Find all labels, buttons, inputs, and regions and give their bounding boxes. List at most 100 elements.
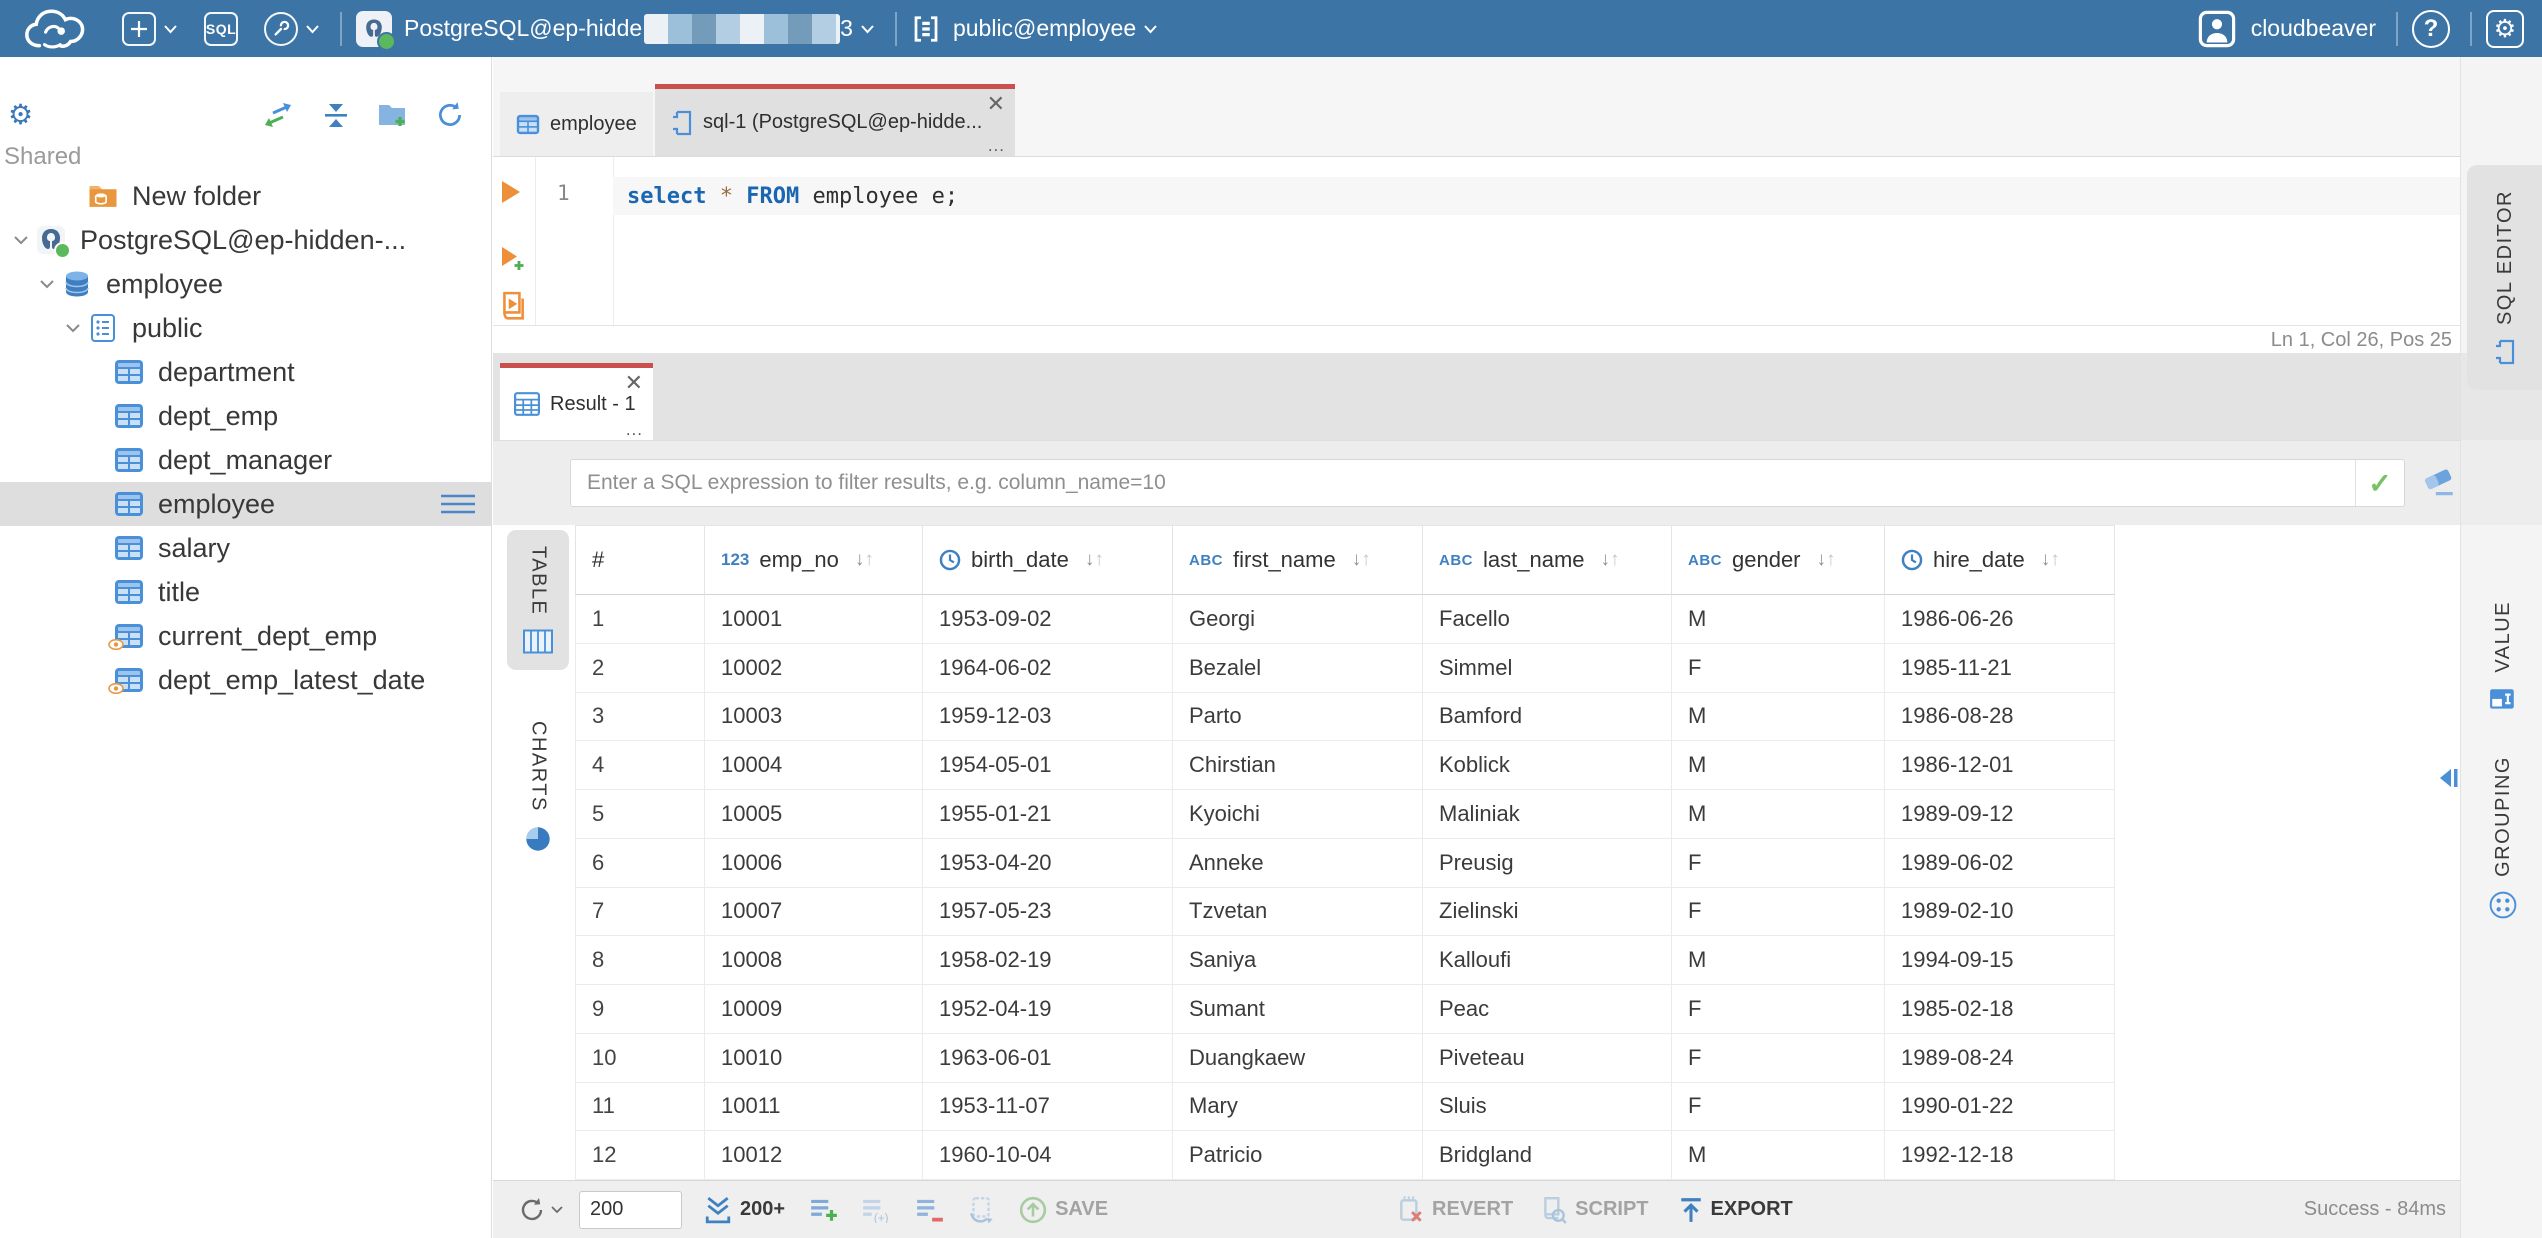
row-number-cell[interactable]: 10 bbox=[575, 1033, 705, 1083]
data-cell[interactable]: F bbox=[1672, 887, 1885, 937]
data-cell[interactable]: F bbox=[1672, 643, 1885, 693]
user-menu[interactable]: cloudbeaver bbox=[2197, 9, 2376, 49]
chevron-down-icon[interactable] bbox=[163, 24, 178, 34]
data-cell[interactable]: 1960-10-04 bbox=[923, 1131, 1173, 1180]
column-header-gender[interactable]: ABC gender ↓↑ bbox=[1672, 525, 1885, 595]
link-with-editor-icon[interactable] bbox=[261, 101, 295, 129]
data-cell[interactable]: Georgi bbox=[1173, 595, 1423, 644]
data-cell[interactable]: 10010 bbox=[705, 1033, 923, 1083]
fetch-more-button[interactable]: 200+ bbox=[704, 1196, 785, 1224]
data-cell[interactable]: 1986-12-01 bbox=[1885, 741, 2115, 790]
apply-filter-button[interactable]: ✓ bbox=[2355, 460, 2404, 506]
data-cell[interactable]: 10006 bbox=[705, 838, 923, 888]
row-menu-icon[interactable] bbox=[439, 493, 477, 515]
chevron-down-icon[interactable] bbox=[34, 279, 60, 289]
data-cell[interactable]: Patricio bbox=[1173, 1131, 1423, 1180]
revert-button[interactable]: REVERT bbox=[1398, 1196, 1513, 1224]
chevron-down-icon[interactable] bbox=[8, 235, 34, 245]
tab-employee[interactable]: employee bbox=[500, 92, 653, 156]
tab-menu-icon[interactable]: ... bbox=[626, 421, 643, 438]
execute-query-button[interactable] bbox=[500, 179, 522, 205]
data-cell[interactable]: 10009 bbox=[705, 985, 923, 1034]
data-cell[interactable]: 10008 bbox=[705, 936, 923, 985]
data-cell[interactable]: Bamford bbox=[1423, 692, 1672, 742]
tree-item-title[interactable]: title bbox=[0, 570, 491, 614]
data-cell[interactable]: Bezalel bbox=[1173, 643, 1423, 693]
open-panel-icon[interactable] bbox=[2435, 765, 2461, 791]
data-cell[interactable]: F bbox=[1672, 1082, 1885, 1132]
data-cell[interactable]: 1990-01-22 bbox=[1885, 1082, 2115, 1132]
help-button[interactable]: ? bbox=[2412, 9, 2450, 48]
tab-result-1[interactable]: Result - 1 ✕ ... bbox=[500, 363, 653, 440]
column-header-first_name[interactable]: ABC first_name ↓↑ bbox=[1173, 525, 1423, 595]
tree-item-salary[interactable]: salary bbox=[0, 526, 491, 570]
data-cell[interactable]: Preusig bbox=[1423, 838, 1672, 888]
schema-selector[interactable]: public@employee bbox=[911, 14, 1158, 44]
data-cell[interactable]: 1989-06-02 bbox=[1885, 838, 2115, 888]
refresh-document-button[interactable] bbox=[967, 1196, 995, 1224]
column-header-emp_no[interactable]: 123 emp_no ↓↑ bbox=[705, 525, 923, 595]
data-cell[interactable]: M bbox=[1672, 692, 1885, 742]
data-cell[interactable]: M bbox=[1672, 936, 1885, 985]
data-cell[interactable]: M bbox=[1672, 1131, 1885, 1180]
data-cell[interactable]: 10005 bbox=[705, 790, 923, 839]
chevron-down-icon[interactable] bbox=[860, 24, 875, 34]
data-cell[interactable]: Bridgland bbox=[1423, 1131, 1672, 1180]
execute-new-tab-button[interactable] bbox=[500, 245, 526, 273]
data-cell[interactable]: Peac bbox=[1423, 985, 1672, 1034]
data-cell[interactable]: 10004 bbox=[705, 741, 923, 790]
close-icon[interactable]: ✕ bbox=[625, 372, 643, 394]
data-cell[interactable]: F bbox=[1672, 985, 1885, 1034]
tree-item-dept-manager[interactable]: dept_manager bbox=[0, 438, 491, 482]
row-number-cell[interactable]: 3 bbox=[575, 692, 705, 742]
data-cell[interactable]: Koblick bbox=[1423, 741, 1672, 790]
tab-menu-icon[interactable]: ... bbox=[988, 137, 1005, 154]
tab-charts[interactable]: CHARTS bbox=[507, 705, 569, 868]
delete-row-button[interactable] bbox=[915, 1197, 945, 1223]
new-sql-editor-button[interactable]: SQL bbox=[204, 11, 238, 46]
data-cell[interactable]: Kalloufi bbox=[1423, 936, 1672, 985]
eraser-icon[interactable] bbox=[2421, 467, 2457, 497]
data-cell[interactable]: 1989-08-24 bbox=[1885, 1033, 2115, 1083]
row-number-cell[interactable]: 1 bbox=[575, 595, 705, 644]
new-folder-icon[interactable] bbox=[377, 101, 409, 129]
tab-value[interactable]: VALUE bbox=[2467, 583, 2539, 731]
data-cell[interactable]: Sluis bbox=[1423, 1082, 1672, 1132]
data-cell[interactable]: 10001 bbox=[705, 595, 923, 644]
sort-icon[interactable]: ↓↑ bbox=[855, 549, 874, 571]
data-cell[interactable]: 1952-04-19 bbox=[923, 985, 1173, 1034]
data-cell[interactable]: 1963-06-01 bbox=[923, 1033, 1173, 1083]
data-cell[interactable]: 1985-11-21 bbox=[1885, 643, 2115, 693]
data-cell[interactable]: 1957-05-23 bbox=[923, 887, 1173, 937]
sort-icon[interactable]: ↓↑ bbox=[1817, 549, 1836, 571]
data-cell[interactable]: Anneke bbox=[1173, 838, 1423, 888]
row-number-cell[interactable]: 12 bbox=[575, 1131, 705, 1180]
sort-icon[interactable]: ↓↑ bbox=[1352, 549, 1371, 571]
data-cell[interactable]: M bbox=[1672, 595, 1885, 644]
data-cell[interactable]: 1964-06-02 bbox=[923, 643, 1173, 693]
data-cell[interactable]: Maliniak bbox=[1423, 790, 1672, 839]
data-cell[interactable]: Piveteau bbox=[1423, 1033, 1672, 1083]
data-cell[interactable]: 1955-01-21 bbox=[923, 790, 1173, 839]
tree-item-public[interactable]: public bbox=[0, 306, 491, 350]
data-cell[interactable]: 1986-08-28 bbox=[1885, 692, 2115, 742]
row-limit-input[interactable] bbox=[579, 1190, 682, 1229]
data-cell[interactable]: 1953-09-02 bbox=[923, 595, 1173, 644]
tree-item-postgresql-ep-hidden[interactable]: PostgreSQL@ep-hidden-... bbox=[0, 218, 491, 262]
row-number-cell[interactable]: 6 bbox=[575, 838, 705, 888]
tree-item-employee[interactable]: employee bbox=[0, 262, 491, 306]
save-button[interactable]: SAVE bbox=[1019, 1196, 1108, 1224]
data-cell[interactable]: 1989-09-12 bbox=[1885, 790, 2115, 839]
sql-code-line[interactable]: select * FROM employee e; bbox=[613, 184, 958, 209]
data-cell[interactable]: 10011 bbox=[705, 1082, 923, 1132]
data-cell[interactable]: Saniya bbox=[1173, 936, 1423, 985]
tree-item-new-folder[interactable]: New folder bbox=[0, 174, 491, 218]
tree-item-current-dept-emp[interactable]: current_dept_emp bbox=[0, 614, 491, 658]
sort-icon[interactable]: ↓↑ bbox=[2041, 549, 2060, 571]
data-cell[interactable]: 1994-09-15 bbox=[1885, 936, 2115, 985]
execute-script-button[interactable] bbox=[500, 291, 526, 321]
navigator-settings-icon[interactable]: ⚙ bbox=[8, 101, 33, 129]
row-number-cell[interactable]: 8 bbox=[575, 936, 705, 985]
data-cell[interactable]: 10007 bbox=[705, 887, 923, 937]
data-cell[interactable]: M bbox=[1672, 741, 1885, 790]
